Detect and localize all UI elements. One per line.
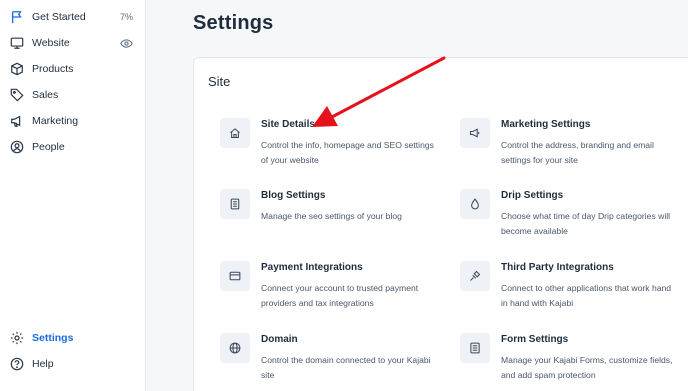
- droplet-icon: [460, 189, 490, 219]
- monitor-icon: [10, 36, 24, 50]
- settings-card: Site Site Details Control the info, home…: [193, 57, 688, 391]
- sidebar-item-label: Marketing: [32, 115, 79, 127]
- sidebar-item-get-started[interactable]: Get Started 7%: [0, 5, 146, 29]
- sidebar-item-help[interactable]: Help: [0, 352, 146, 376]
- setting-title: Form Settings: [501, 334, 569, 345]
- form-icon: [460, 333, 490, 363]
- home-icon: [220, 118, 250, 148]
- sidebar-item-sales[interactable]: Sales: [0, 83, 146, 107]
- setting-form-settings[interactable]: Form Settings Manage your Kajabi Forms, …: [460, 333, 688, 391]
- section-title: Site: [208, 74, 231, 89]
- gear-icon: [10, 331, 24, 345]
- document-icon: [220, 189, 250, 219]
- setting-description: Control the info, homepage and SEO setti…: [261, 140, 434, 165]
- sidebar-item-products[interactable]: Products: [0, 57, 146, 81]
- setting-domain[interactable]: Domain Control the domain connected to y…: [220, 333, 450, 391]
- setting-marketing-settings[interactable]: Marketing Settings Control the address, …: [460, 118, 688, 178]
- setting-description: Manage the seo settings of your blog: [261, 211, 402, 221]
- plug-icon: [460, 261, 490, 291]
- flag-icon: [10, 10, 24, 24]
- setting-third-party-integrations[interactable]: Third Party Integrations Connect to othe…: [460, 261, 688, 321]
- setting-description: Connect to other applications that work …: [501, 283, 672, 308]
- sidebar-item-label: Get Started: [32, 11, 86, 23]
- progress-percent: 7%: [119, 12, 133, 22]
- megaphone-icon: [460, 118, 490, 148]
- globe-icon: [220, 333, 250, 363]
- setting-description: Control the address, branding and email …: [501, 140, 654, 165]
- box-icon: [10, 62, 24, 76]
- sidebar-item-settings[interactable]: Settings: [0, 326, 146, 350]
- sidebar-item-marketing[interactable]: Marketing: [0, 109, 146, 133]
- setting-payment-integrations[interactable]: Payment Integrations Connect your accoun…: [220, 261, 450, 321]
- setting-site-details[interactable]: Site Details Control the info, homepage …: [220, 118, 450, 178]
- person-circle-icon: [10, 140, 24, 154]
- page-title: Settings: [193, 12, 274, 34]
- setting-title: Third Party Integrations: [501, 262, 614, 273]
- setting-title: Payment Integrations: [261, 262, 363, 273]
- sidebar-item-label: Help: [32, 358, 54, 370]
- tag-icon: [10, 88, 24, 102]
- sidebar: Get Started 7% Website Products Sales Ma…: [0, 0, 146, 391]
- setting-blog-settings[interactable]: Blog Settings Manage the seo settings of…: [220, 189, 450, 249]
- megaphone-icon: [10, 114, 24, 128]
- question-circle-icon: [10, 357, 24, 371]
- setting-description: Manage your Kajabi Forms, customize fiel…: [501, 355, 673, 380]
- sidebar-item-label: People: [32, 141, 65, 153]
- sidebar-item-label: Settings: [32, 332, 74, 344]
- setting-description: Connect your account to trusted payment …: [261, 283, 419, 308]
- sidebar-item-people[interactable]: People: [0, 135, 146, 159]
- setting-title: Marketing Settings: [501, 119, 591, 130]
- sidebar-item-label: Website: [32, 37, 70, 49]
- setting-description: Choose what time of day Drip categories …: [501, 211, 671, 236]
- setting-drip-settings[interactable]: Drip Settings Choose what time of day Dr…: [460, 189, 688, 249]
- eye-icon[interactable]: [120, 37, 133, 50]
- sidebar-item-website[interactable]: Website: [0, 31, 146, 55]
- setting-title: Domain: [261, 334, 298, 345]
- credit-card-icon: [220, 261, 250, 291]
- sidebar-item-label: Sales: [32, 89, 59, 101]
- setting-title: Blog Settings: [261, 190, 326, 201]
- sidebar-item-label: Products: [32, 63, 74, 75]
- setting-description: Control the domain connected to your Kaj…: [261, 355, 431, 380]
- setting-title: Drip Settings: [501, 190, 564, 201]
- setting-title: Site Details: [261, 119, 315, 130]
